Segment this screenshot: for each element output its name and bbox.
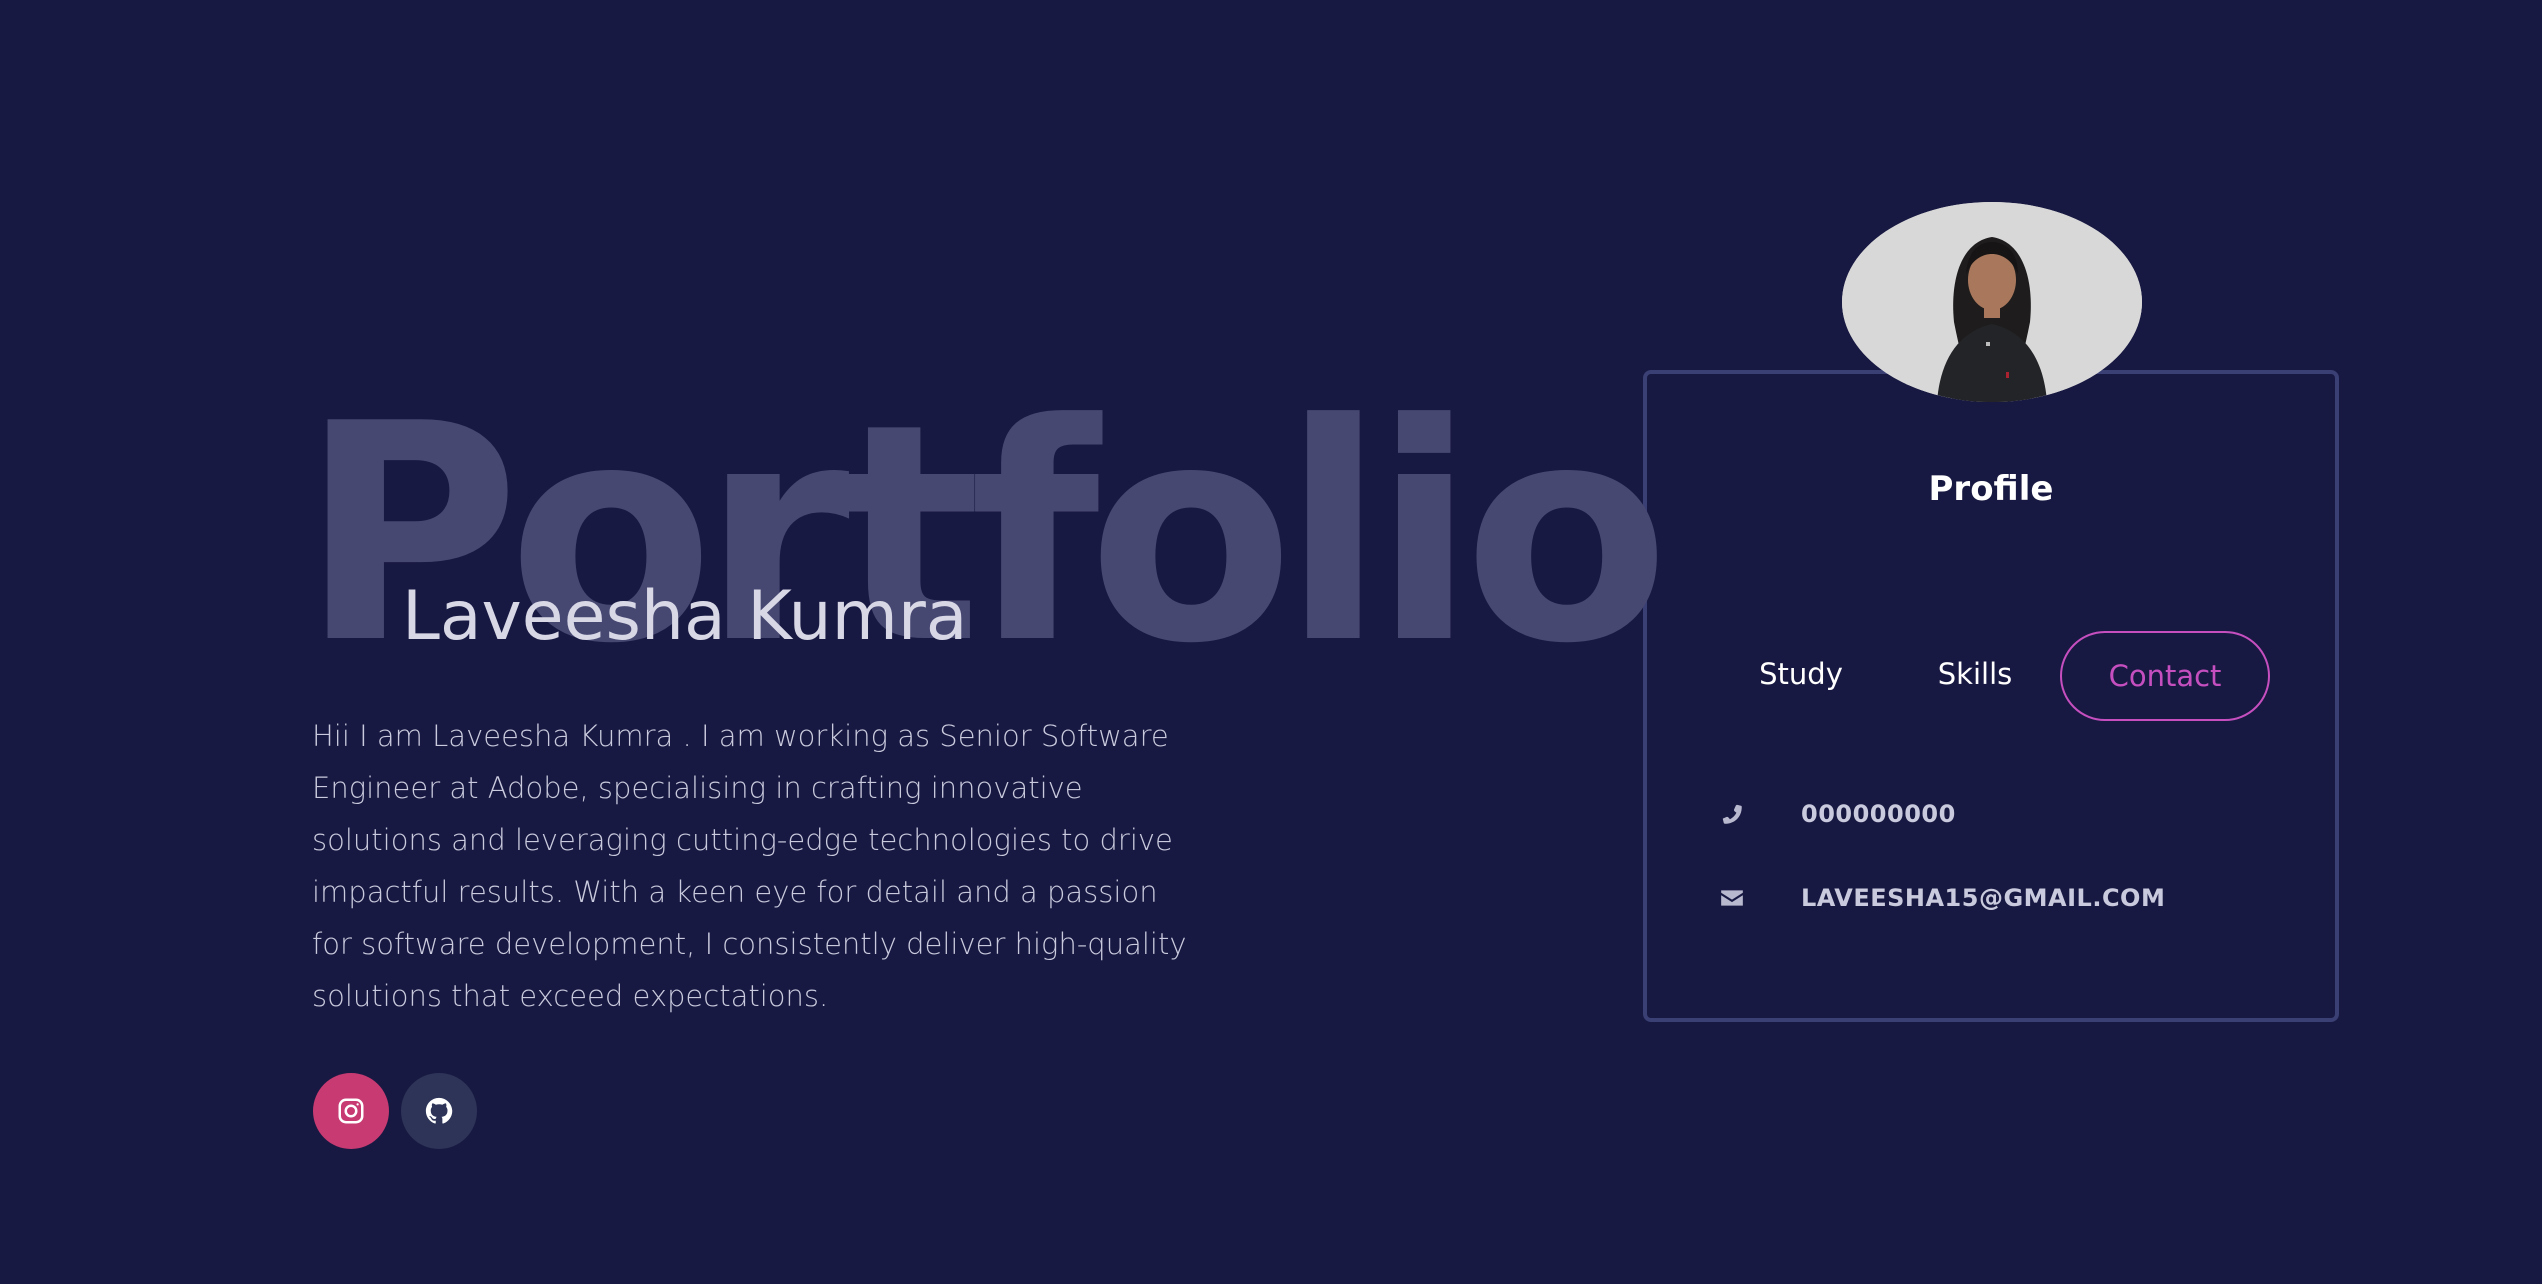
- profile-tabs: Study Skills Contact: [1647, 631, 2335, 721]
- instagram-icon: [338, 1098, 364, 1124]
- profile-card-title: Profile: [1928, 469, 2054, 509]
- tab-skills[interactable]: Skills: [1905, 631, 2045, 721]
- phone-icon: [1717, 799, 1747, 829]
- github-button[interactable]: [401, 1073, 477, 1149]
- bio-text: Hii I am Laveesha Kumra . I am working a…: [312, 719, 1187, 1013]
- email-address: LAVEESHA15@GMAIL.COM: [1801, 884, 2166, 912]
- instagram-button[interactable]: [313, 1073, 389, 1149]
- contact-phone-row: 000000000: [1717, 794, 1956, 834]
- github-icon: [425, 1097, 453, 1124]
- tab-study[interactable]: Study: [1731, 631, 1871, 721]
- phone-number: 000000000: [1801, 800, 1956, 828]
- portfolio-page: Portfolio Laveesha Kumra Hii I am Lavees…: [0, 0, 2542, 1284]
- social-links: [313, 1073, 477, 1149]
- envelope-icon: [1717, 883, 1747, 913]
- profile-card: Profile Study Skills Contact 000000000 L…: [1643, 370, 2339, 1022]
- tab-contact[interactable]: Contact: [2060, 631, 2270, 721]
- profile-photo: [1842, 202, 2142, 402]
- contact-email-row: LAVEESHA15@GMAIL.COM: [1717, 878, 2165, 918]
- person-name: Laveesha Kumra: [402, 577, 968, 656]
